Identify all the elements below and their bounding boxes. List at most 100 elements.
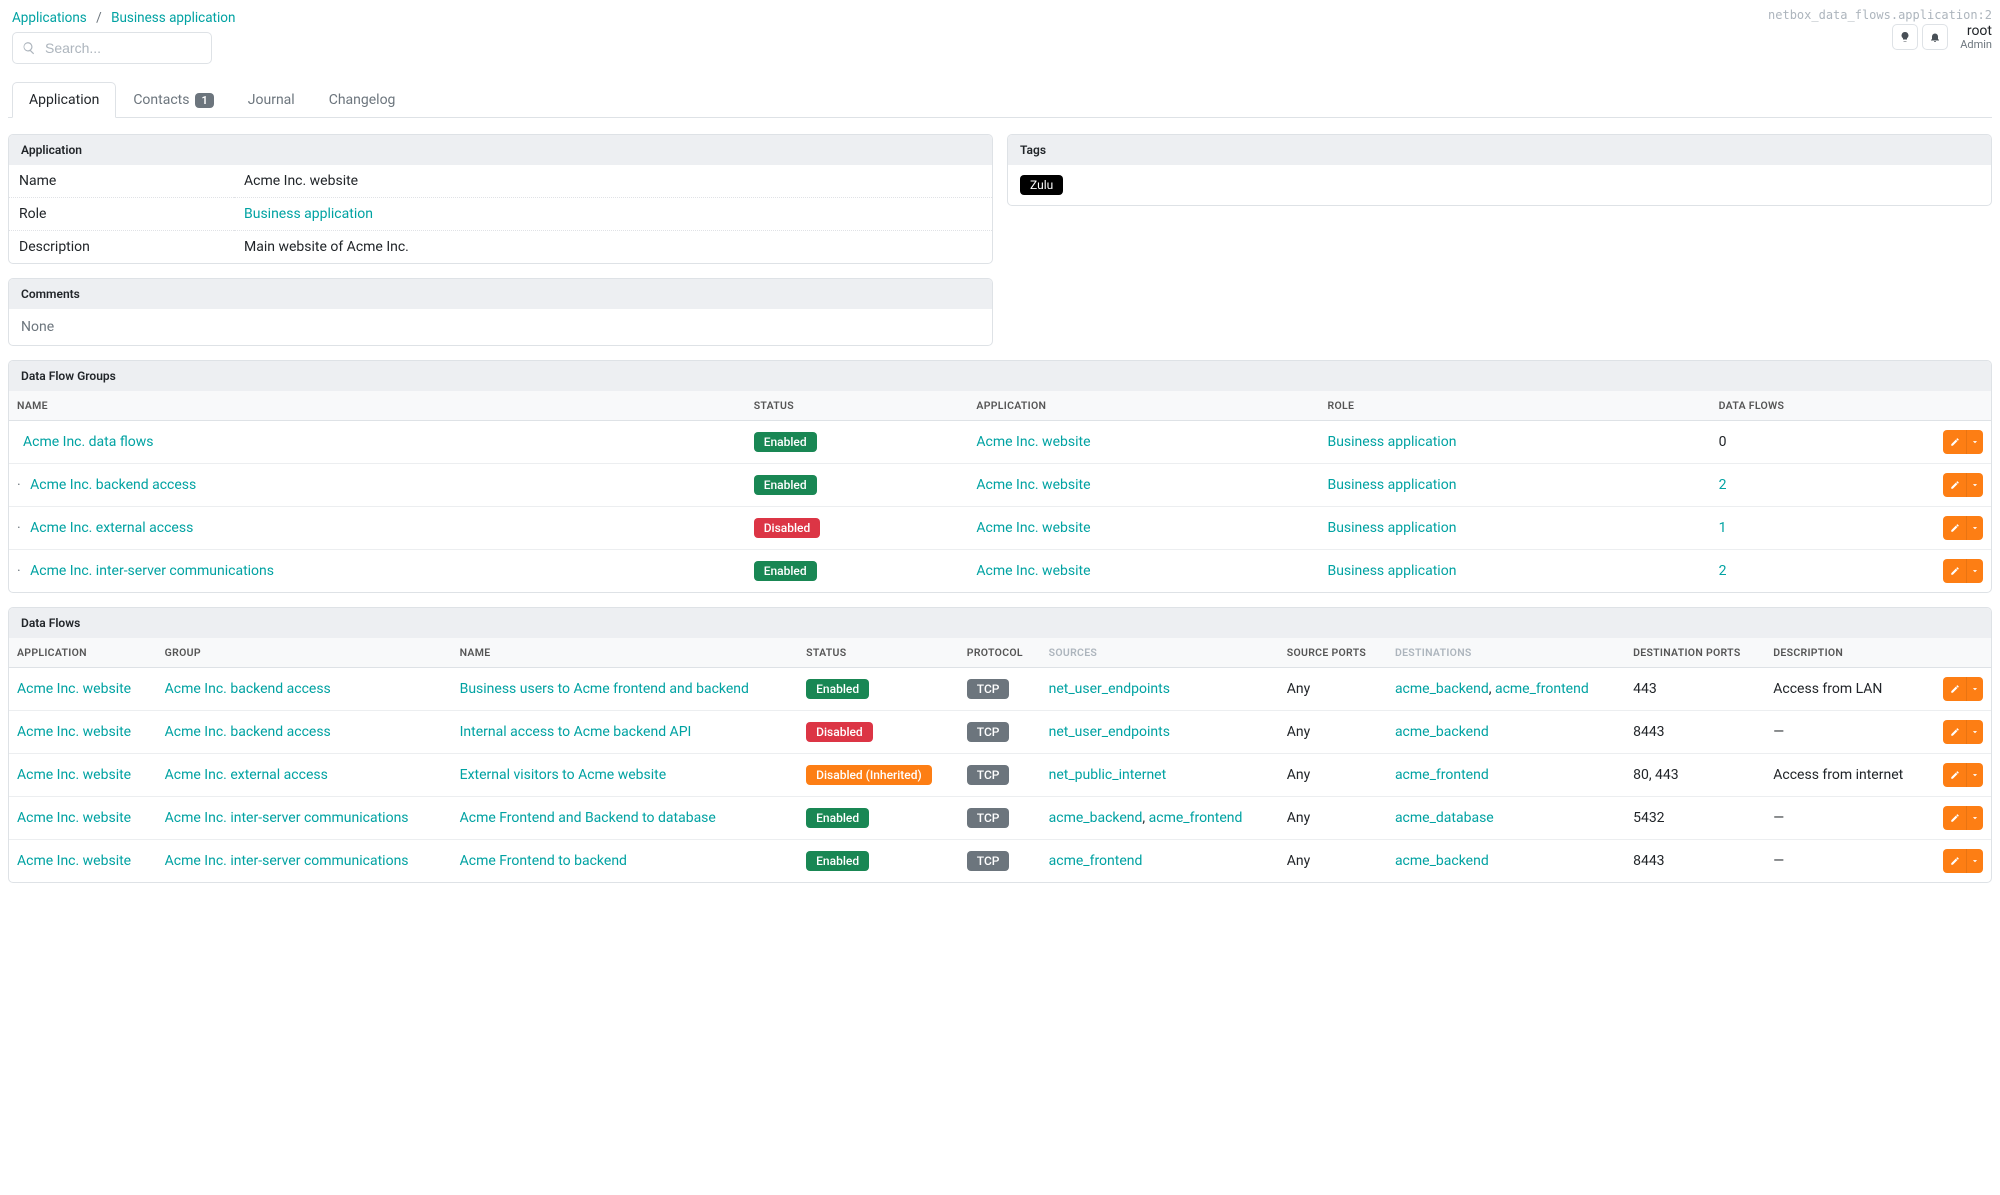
chevron-down-icon [1970,856,1980,866]
edit-dropdown-button[interactable] [1967,559,1983,583]
link[interactable]: acme_backend [1395,724,1489,740]
df-group-link[interactable]: Acme Inc. external access [165,767,328,783]
link[interactable]: acme_backend [1395,681,1489,697]
dfg-role-link[interactable]: Business application [1327,434,1456,450]
df-app-link[interactable]: Acme Inc. website [17,853,131,869]
edit-dropdown-button[interactable] [1967,473,1983,497]
df-col-desc[interactable]: Description [1765,638,1931,668]
flows-count-link[interactable]: 2 [1719,477,1727,493]
edit-button[interactable] [1943,473,1967,497]
pencil-icon [1950,566,1960,576]
df-desc: — [1765,797,1931,840]
comments-card: Comments None [8,278,993,346]
link[interactable]: acme_frontend [1049,853,1143,869]
table-row: Acme Inc. website Acme Inc. backend acces… [9,711,1991,754]
df-col-app[interactable]: Application [9,638,157,668]
dfg-app-link[interactable]: Acme Inc. website [976,563,1090,579]
edit-button[interactable] [1943,849,1967,873]
table-row: · Acme Inc. external accessDisabledAcme … [9,507,1991,550]
df-app-link[interactable]: Acme Inc. website [17,724,131,740]
df-name-link[interactable]: External visitors to Acme website [460,767,667,783]
breadcrumb-root[interactable]: Applications [12,10,87,26]
df-app-link[interactable]: Acme Inc. website [17,810,131,826]
link[interactable]: net_user_endpoints [1049,681,1170,697]
df-col-status[interactable]: Status [798,638,959,668]
df-name-link[interactable]: Acme Frontend and Backend to database [460,810,716,826]
edit-button[interactable] [1943,430,1967,454]
dfg-app-link[interactable]: Acme Inc. website [976,434,1090,450]
dfg-name-link[interactable]: Acme Inc. external access [30,520,193,536]
tab-changelog[interactable]: Changelog [312,82,413,117]
df-col-sources[interactable]: Sources [1041,638,1279,668]
edit-dropdown-button[interactable] [1967,763,1983,787]
df-col-dests[interactable]: Destinations [1387,638,1625,668]
dfg-col-app[interactable]: Application [968,391,1319,421]
protocol-badge: TCP [967,679,1010,699]
tabs: Application Contacts 1 Journal Changelog [8,82,1992,118]
tag-zulu[interactable]: Zulu [1020,175,1063,195]
dfg-name-link[interactable]: Acme Inc. backend access [30,477,196,493]
edit-button[interactable] [1943,763,1967,787]
edit-button[interactable] [1943,559,1967,583]
edit-dropdown-button[interactable] [1967,677,1983,701]
dfg-col-flows[interactable]: Data Flows [1711,391,1931,421]
df-group-link[interactable]: Acme Inc. backend access [165,681,331,697]
link[interactable]: acme_frontend [1395,767,1489,783]
tab-contacts[interactable]: Contacts 1 [116,82,230,117]
app-desc-value: Main website of Acme Inc. [234,231,992,264]
dfg-app-link[interactable]: Acme Inc. website [976,520,1090,536]
dfg-col-status[interactable]: Status [746,391,969,421]
tab-application[interactable]: Application [12,82,116,118]
dfg-name-link[interactable]: Acme Inc. data flows [23,434,154,450]
edit-dropdown-button[interactable] [1967,806,1983,830]
link[interactable]: acme_frontend [1149,810,1243,826]
dfg-role-link[interactable]: Business application [1327,520,1456,536]
df-col-protocol[interactable]: Protocol [959,638,1041,668]
edit-button[interactable] [1943,806,1967,830]
edit-button[interactable] [1943,677,1967,701]
df-col-dst-ports[interactable]: Destination Ports [1625,638,1765,668]
df-group-link[interactable]: Acme Inc. backend access [165,724,331,740]
edit-dropdown-button[interactable] [1967,516,1983,540]
df-col-src-ports[interactable]: Source Ports [1279,638,1387,668]
notifications-button[interactable] [1922,24,1948,50]
link[interactable]: acme_frontend [1495,681,1589,697]
breadcrumb-item[interactable]: Business application [111,10,235,26]
edit-dropdown-button[interactable] [1967,849,1983,873]
app-role-link[interactable]: Business application [244,206,373,222]
tab-journal[interactable]: Journal [231,82,312,117]
edit-button[interactable] [1943,516,1967,540]
df-app-link[interactable]: Acme Inc. website [17,681,131,697]
link[interactable]: acme_backend [1395,853,1489,869]
flows-count-link[interactable]: 1 [1719,520,1727,536]
dfg-name-link[interactable]: Acme Inc. inter-server communications [30,563,274,579]
edit-dropdown-button[interactable] [1967,430,1983,454]
df-app-link[interactable]: Acme Inc. website [17,767,131,783]
dfg-role-link[interactable]: Business application [1327,477,1456,493]
flows-count-link[interactable]: 2 [1719,563,1727,579]
lightbulb-button[interactable] [1892,24,1918,50]
search-input[interactable] [12,32,212,64]
df-name-link[interactable]: Internal access to Acme backend API [460,724,692,740]
df-group-link[interactable]: Acme Inc. inter-server communications [165,853,409,869]
df-dests: acme_database [1387,797,1625,840]
df-group-link[interactable]: Acme Inc. inter-server communications [165,810,409,826]
link[interactable]: net_user_endpoints [1049,724,1170,740]
dfg-app-link[interactable]: Acme Inc. website [976,477,1090,493]
link[interactable]: acme_database [1395,810,1494,826]
flows-count: 0 [1719,434,1727,450]
search-icon [22,41,36,55]
df-name-link[interactable]: Acme Frontend to backend [460,853,627,869]
dfg-col-role[interactable]: Role [1319,391,1710,421]
edit-button[interactable] [1943,720,1967,744]
df-col-group[interactable]: Group [157,638,452,668]
link[interactable]: net_public_internet [1049,767,1167,783]
dfg-col-name[interactable]: Name [9,391,746,421]
df-name-link[interactable]: Business users to Acme frontend and back… [460,681,749,697]
user-label[interactable]: root Admin [1960,24,1992,51]
df-col-name[interactable]: Name [452,638,799,668]
edit-dropdown-button[interactable] [1967,720,1983,744]
tags-card-header: Tags [1008,135,1991,165]
dfg-role-link[interactable]: Business application [1327,563,1456,579]
link[interactable]: acme_backend [1049,810,1143,826]
